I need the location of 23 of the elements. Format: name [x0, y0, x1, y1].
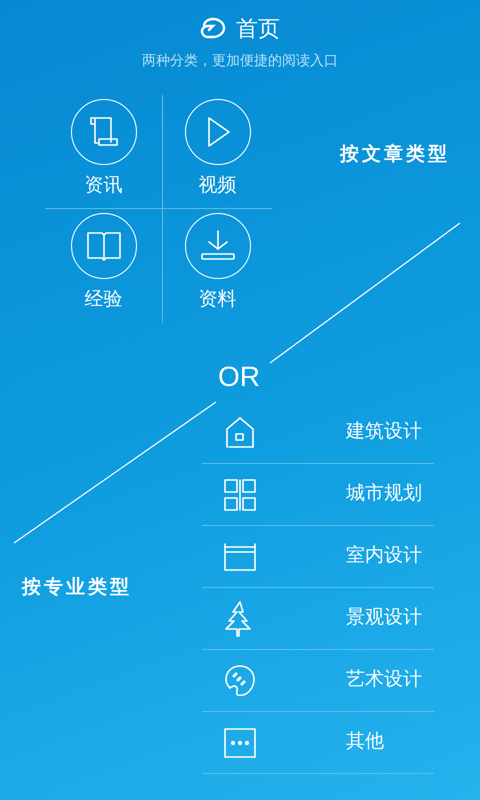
book-icon	[84, 229, 122, 263]
grid-icon	[223, 478, 257, 512]
house-icon	[224, 416, 256, 450]
category-tile[interactable]: 资料	[163, 209, 272, 323]
download-icon	[198, 229, 236, 263]
category-row[interactable]: 室内设计	[202, 526, 434, 588]
more-icon	[223, 726, 257, 758]
category-row[interactable]: 城市规划	[202, 464, 434, 526]
category-row[interactable]: 其他	[202, 712, 434, 774]
section-label: 按文章类型	[340, 142, 450, 167]
category-row[interactable]: 景观设计	[202, 588, 434, 650]
room-icon	[223, 542, 257, 572]
category-tile[interactable]: 视频	[163, 95, 272, 209]
category-tile[interactable]: 资讯	[45, 95, 163, 209]
subtitle: 两种分类，更加便捷的阅读入口	[142, 51, 338, 70]
section-label: 按专业类型	[22, 576, 132, 600]
category-tile[interactable]: 经验	[45, 209, 163, 323]
category-row[interactable]: 建筑设计	[202, 402, 434, 464]
palette-icon	[224, 664, 256, 698]
category-row[interactable]: 艺术设计	[202, 650, 434, 712]
logo-icon	[200, 17, 226, 39]
or-text: OR	[218, 360, 260, 394]
page-title: 首页	[236, 14, 280, 42]
